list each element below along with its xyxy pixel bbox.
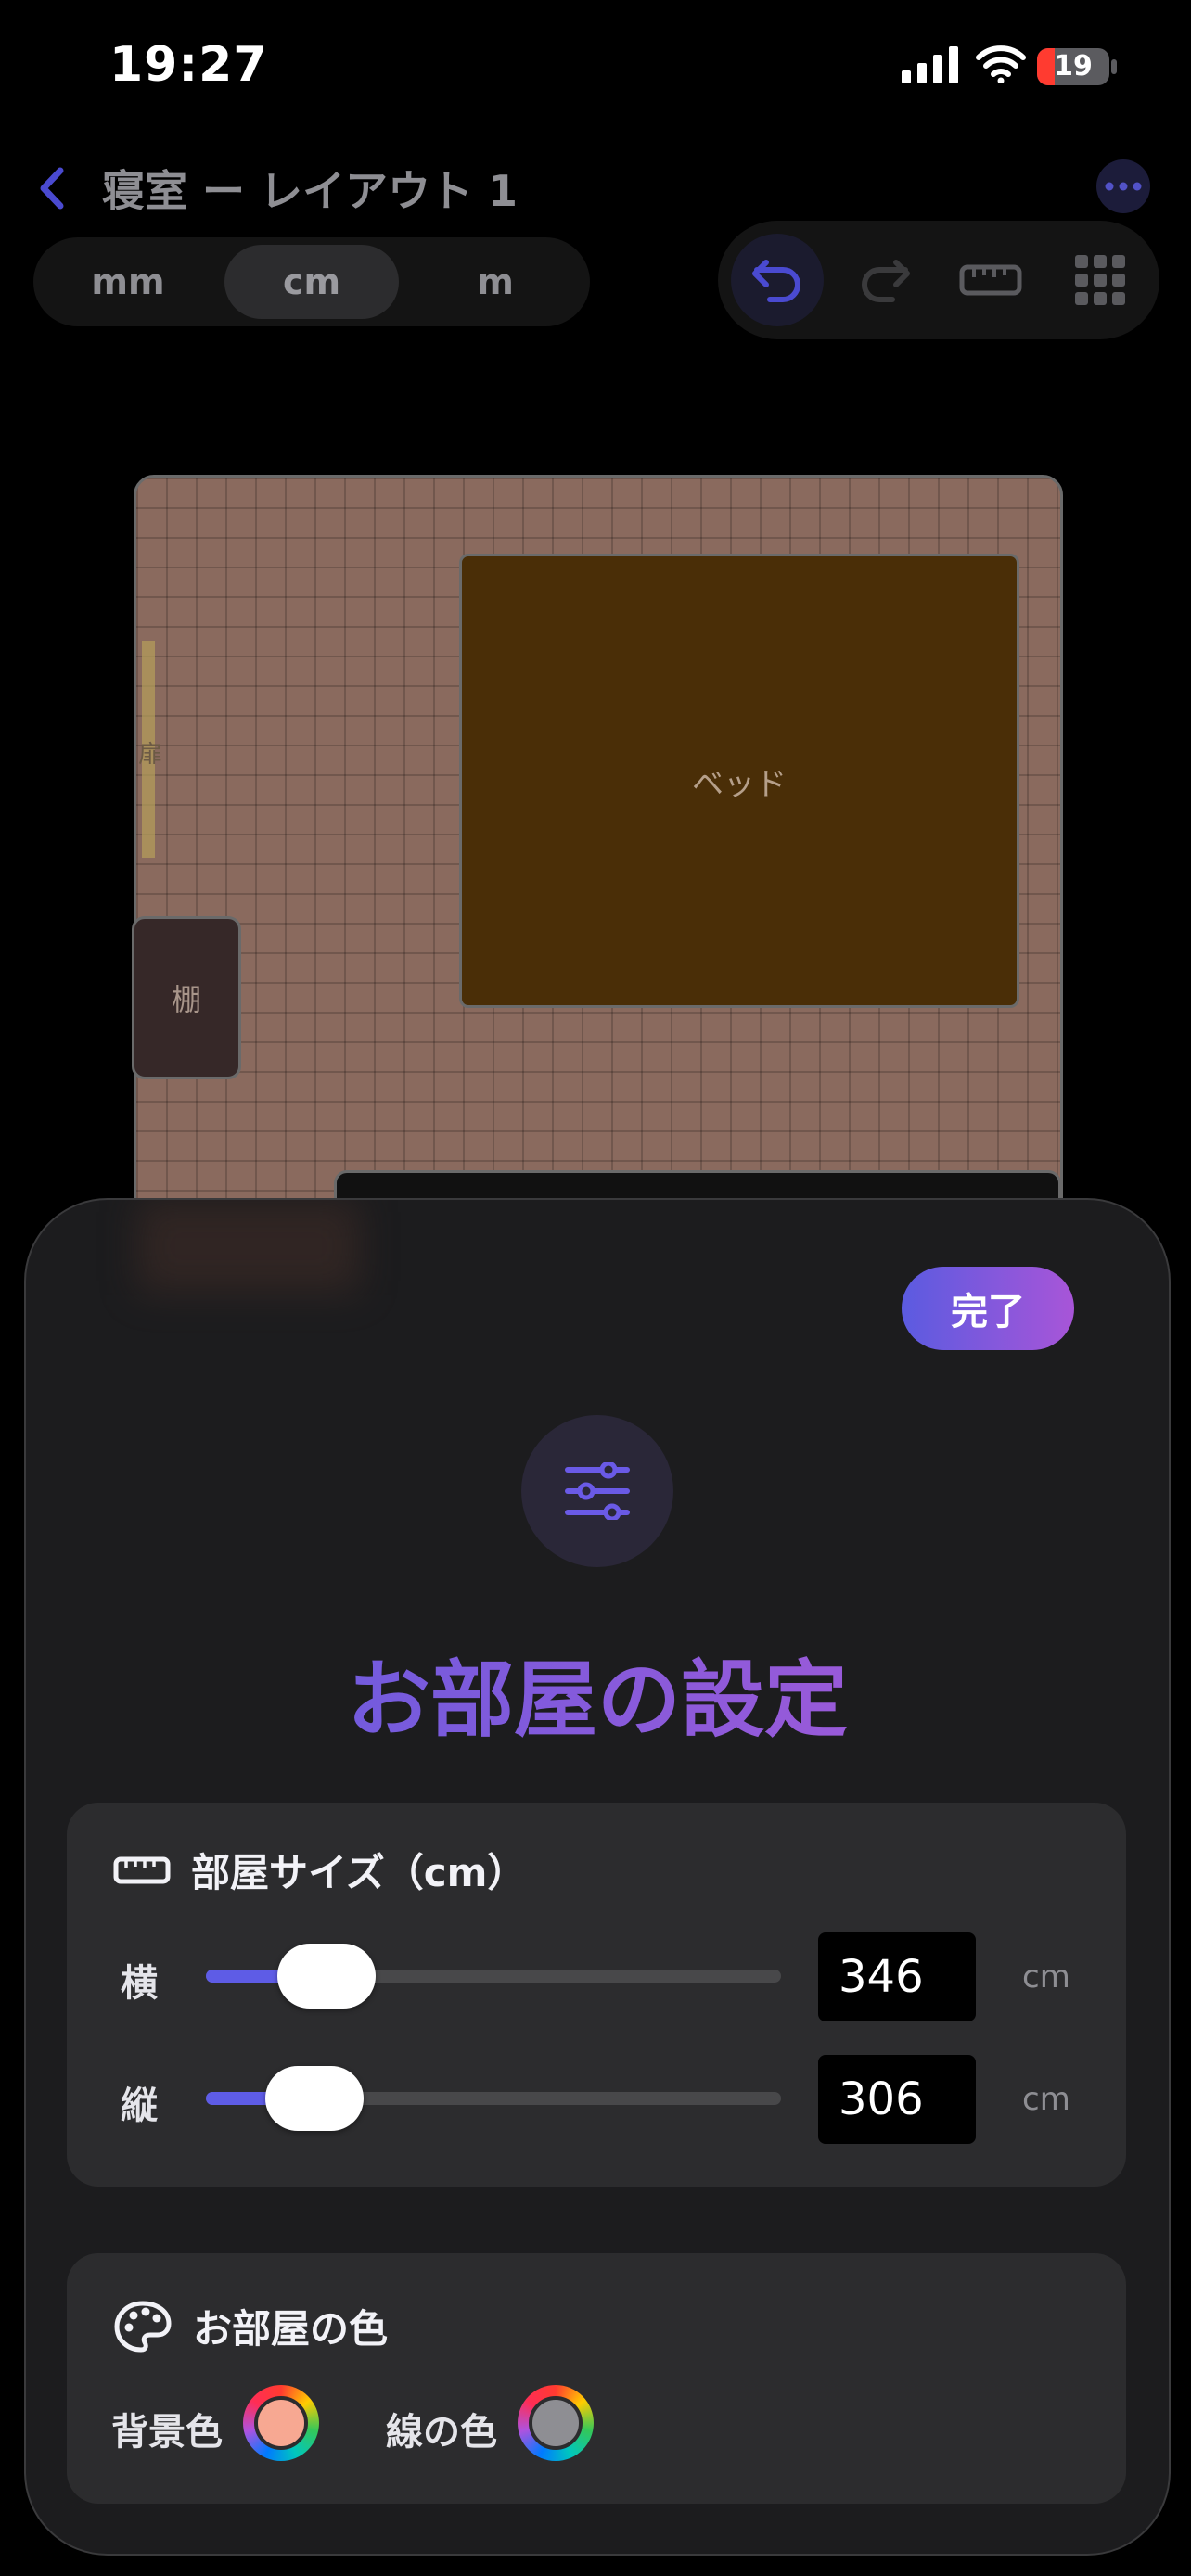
undo-icon bbox=[752, 260, 800, 302]
shelf-item[interactable]: 棚 bbox=[132, 916, 241, 1079]
grid-button[interactable] bbox=[1054, 234, 1146, 326]
room-size-card: 部屋サイズ（cm） 横 346 cm 縦 306 cm bbox=[67, 1803, 1126, 2187]
bed-item[interactable]: ベッド bbox=[459, 554, 1019, 1008]
background-color-label: 背景色 bbox=[111, 2411, 223, 2454]
line-color-label: 線の色 bbox=[386, 2411, 497, 2454]
background-color-swatch[interactable] bbox=[243, 2385, 319, 2461]
battery-indicator: 19 bbox=[1037, 48, 1109, 85]
height-unit: cm bbox=[1022, 2081, 1070, 2118]
page-title: 寝室 ー レイアウト 1 bbox=[102, 166, 519, 216]
room-color-title: お部屋の色 bbox=[193, 2306, 389, 2352]
room-canvas[interactable]: 扉 ベッド bbox=[134, 475, 1063, 1222]
settings-badge bbox=[521, 1415, 673, 1567]
ruler-icon bbox=[113, 1856, 171, 1883]
more-button[interactable] bbox=[1096, 159, 1150, 213]
battery-level: 19 bbox=[1054, 50, 1093, 83]
room-size-header: 部屋サイズ（cm） bbox=[113, 1842, 526, 1898]
width-label: 横 bbox=[121, 1962, 158, 2005]
sheet-blur-backdrop bbox=[137, 1200, 360, 1293]
width-slider[interactable] bbox=[206, 1944, 781, 2009]
battery-tip bbox=[1111, 59, 1117, 74]
sheet-title: お部屋の設定 bbox=[26, 1632, 1169, 1753]
room-size-title: 部屋サイズ（cm） bbox=[191, 1850, 527, 1895]
width-input[interactable]: 346 bbox=[818, 1932, 976, 2021]
unit-option-cm[interactable]: cm bbox=[224, 245, 399, 319]
ruler-icon bbox=[959, 264, 1022, 296]
door-label: 扉 bbox=[138, 741, 163, 769]
line-color-swatch[interactable] bbox=[518, 2385, 594, 2461]
grid-icon bbox=[1075, 255, 1125, 305]
line-color-preview bbox=[529, 2396, 583, 2450]
ruler-button[interactable] bbox=[944, 234, 1037, 326]
undo-button[interactable] bbox=[731, 234, 824, 326]
bed-label: ベッド bbox=[692, 765, 787, 803]
room-color-header: お部屋の色 bbox=[113, 2298, 388, 2354]
palette-icon bbox=[114, 2301, 172, 2352]
shelf-label: 棚 bbox=[171, 982, 201, 1017]
redo-icon bbox=[862, 260, 910, 302]
sliders-icon bbox=[565, 1462, 630, 1520]
height-slider[interactable] bbox=[206, 2066, 781, 2131]
done-button[interactable]: 完了 bbox=[902, 1267, 1074, 1350]
chevron-left-icon bbox=[40, 167, 64, 210]
width-unit: cm bbox=[1022, 1958, 1070, 1996]
ellipsis-icon bbox=[1105, 182, 1142, 191]
unit-option-mm[interactable]: mm bbox=[41, 245, 215, 319]
room-color-card: お部屋の色 背景色 線の色 bbox=[67, 2253, 1126, 2504]
status-time: 19:27 bbox=[109, 37, 268, 93]
wifi-icon bbox=[976, 45, 1026, 83]
background-color-preview bbox=[254, 2396, 308, 2450]
cellular-signal-icon bbox=[902, 46, 958, 83]
width-slider-thumb[interactable] bbox=[276, 1944, 376, 2009]
height-slider-thumb[interactable] bbox=[265, 2066, 365, 2131]
room-settings-sheet: 完了 お部屋の設定 部屋サイズ（cm） 横 346 cm 縦 306 cm お部… bbox=[24, 1198, 1171, 2556]
redo-button[interactable] bbox=[839, 234, 931, 326]
canvas-toolbar bbox=[718, 221, 1159, 339]
height-input[interactable]: 306 bbox=[818, 2055, 976, 2144]
unit-segmented-control: mm cm m bbox=[33, 237, 590, 326]
unit-option-m[interactable]: m bbox=[408, 245, 583, 319]
height-label: 縦 bbox=[121, 2085, 158, 2127]
back-button[interactable] bbox=[28, 156, 74, 221]
